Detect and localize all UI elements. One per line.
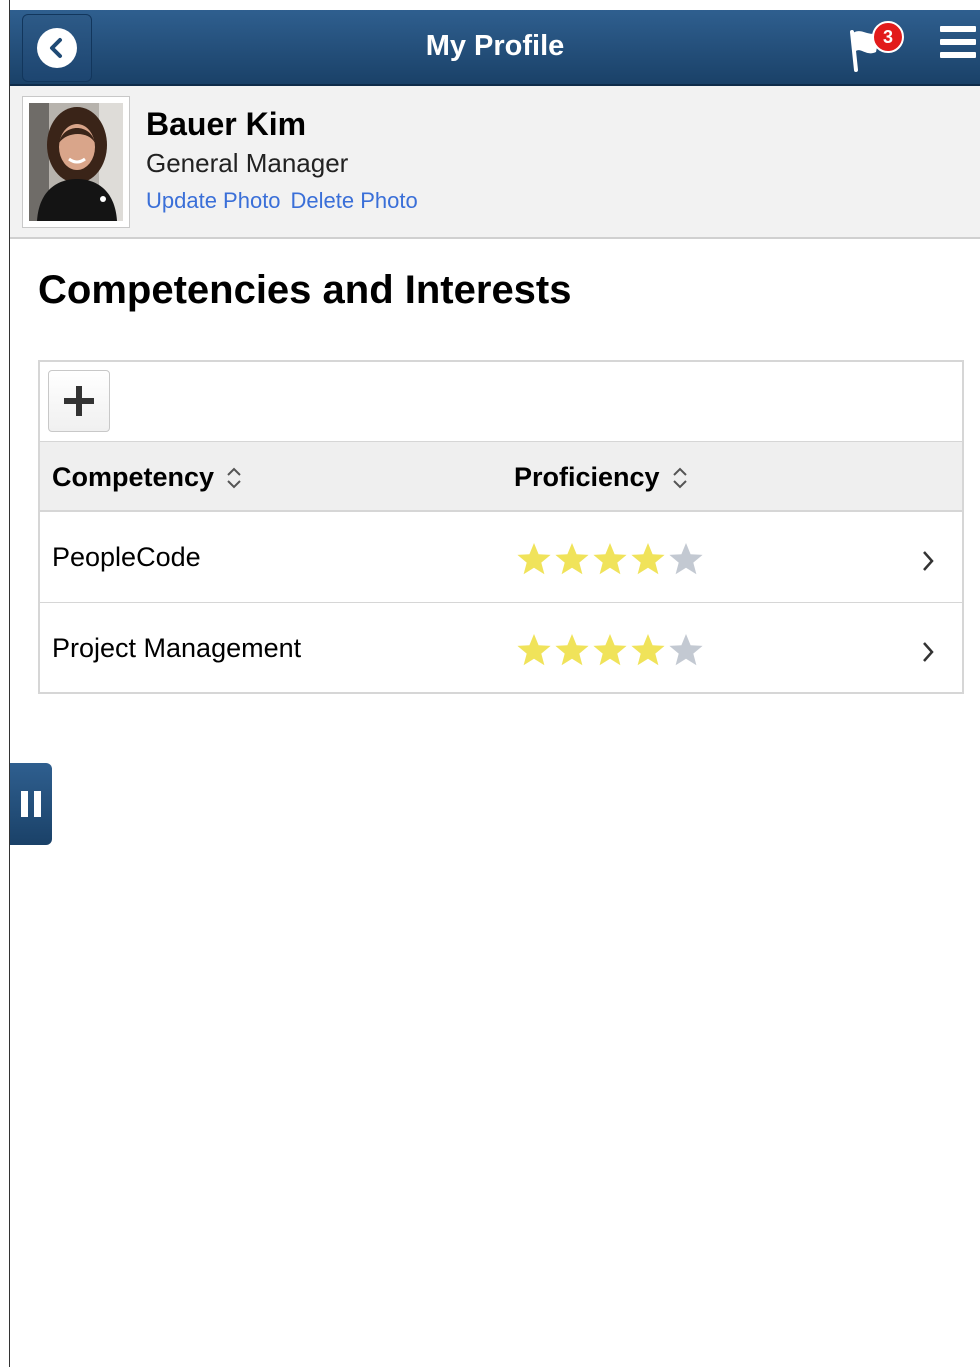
window-frame-left: [0, 0, 10, 1367]
window-frame-top: [0, 0, 980, 10]
grid-toolbar: [40, 362, 962, 442]
grid-header-row: Competency Proficiency: [40, 442, 962, 512]
competencies-grid: Competency Proficiency PeopleCode Projec…: [38, 360, 964, 694]
add-competency-button[interactable]: [48, 370, 110, 432]
star-filled-icon: [631, 543, 665, 575]
column-header-competency[interactable]: Competency: [52, 462, 244, 493]
update-photo-link[interactable]: Update Photo: [146, 188, 281, 213]
star-filled-icon: [593, 543, 627, 575]
column-label-proficiency: Proficiency: [514, 462, 660, 492]
star-filled-icon: [593, 634, 627, 666]
star-filled-icon: [517, 634, 551, 666]
hamburger-menu-icon[interactable]: [940, 26, 980, 66]
page-header: My Profile 3: [10, 10, 980, 86]
side-panel-toggle[interactable]: [10, 763, 52, 845]
competency-name: Project Management: [52, 633, 302, 663]
page-title: My Profile: [425, 30, 565, 62]
table-row[interactable]: Project Management: [40, 603, 962, 694]
section-title: Competencies and Interests: [38, 268, 572, 312]
table-row[interactable]: PeopleCode: [40, 512, 962, 603]
star-filled-icon: [555, 543, 589, 575]
column-header-proficiency[interactable]: Proficiency: [514, 462, 690, 493]
star-filled-icon: [555, 634, 589, 666]
notifications-button[interactable]: 3: [846, 20, 906, 76]
profile-photo: [22, 96, 130, 228]
profile-summary: Bauer Kim General Manager Update Photo De…: [10, 86, 980, 239]
sort-toggle-icon: [227, 467, 241, 488]
competency-name: PeopleCode: [52, 542, 201, 572]
profile-name: Bauer Kim: [146, 106, 307, 142]
avatar: [29, 103, 123, 221]
column-label-competency: Competency: [52, 462, 215, 492]
notification-count-badge: 3: [872, 21, 904, 53]
star-empty-icon: [669, 543, 703, 575]
star-empty-icon: [669, 634, 703, 666]
star-filled-icon: [517, 543, 551, 575]
proficiency-rating: [516, 633, 706, 667]
chevron-right-icon: [923, 551, 934, 571]
photo-actions: Update Photo Delete Photo: [146, 188, 428, 214]
proficiency-rating: [516, 542, 706, 576]
profile-job-title: General Manager: [146, 148, 349, 178]
delete-photo-link[interactable]: Delete Photo: [291, 188, 418, 213]
chevron-right-icon: [923, 642, 934, 662]
pause-icon: [18, 791, 44, 817]
star-filled-icon: [631, 634, 665, 666]
sort-toggle-icon: [672, 467, 687, 488]
plus-icon: [64, 386, 94, 416]
